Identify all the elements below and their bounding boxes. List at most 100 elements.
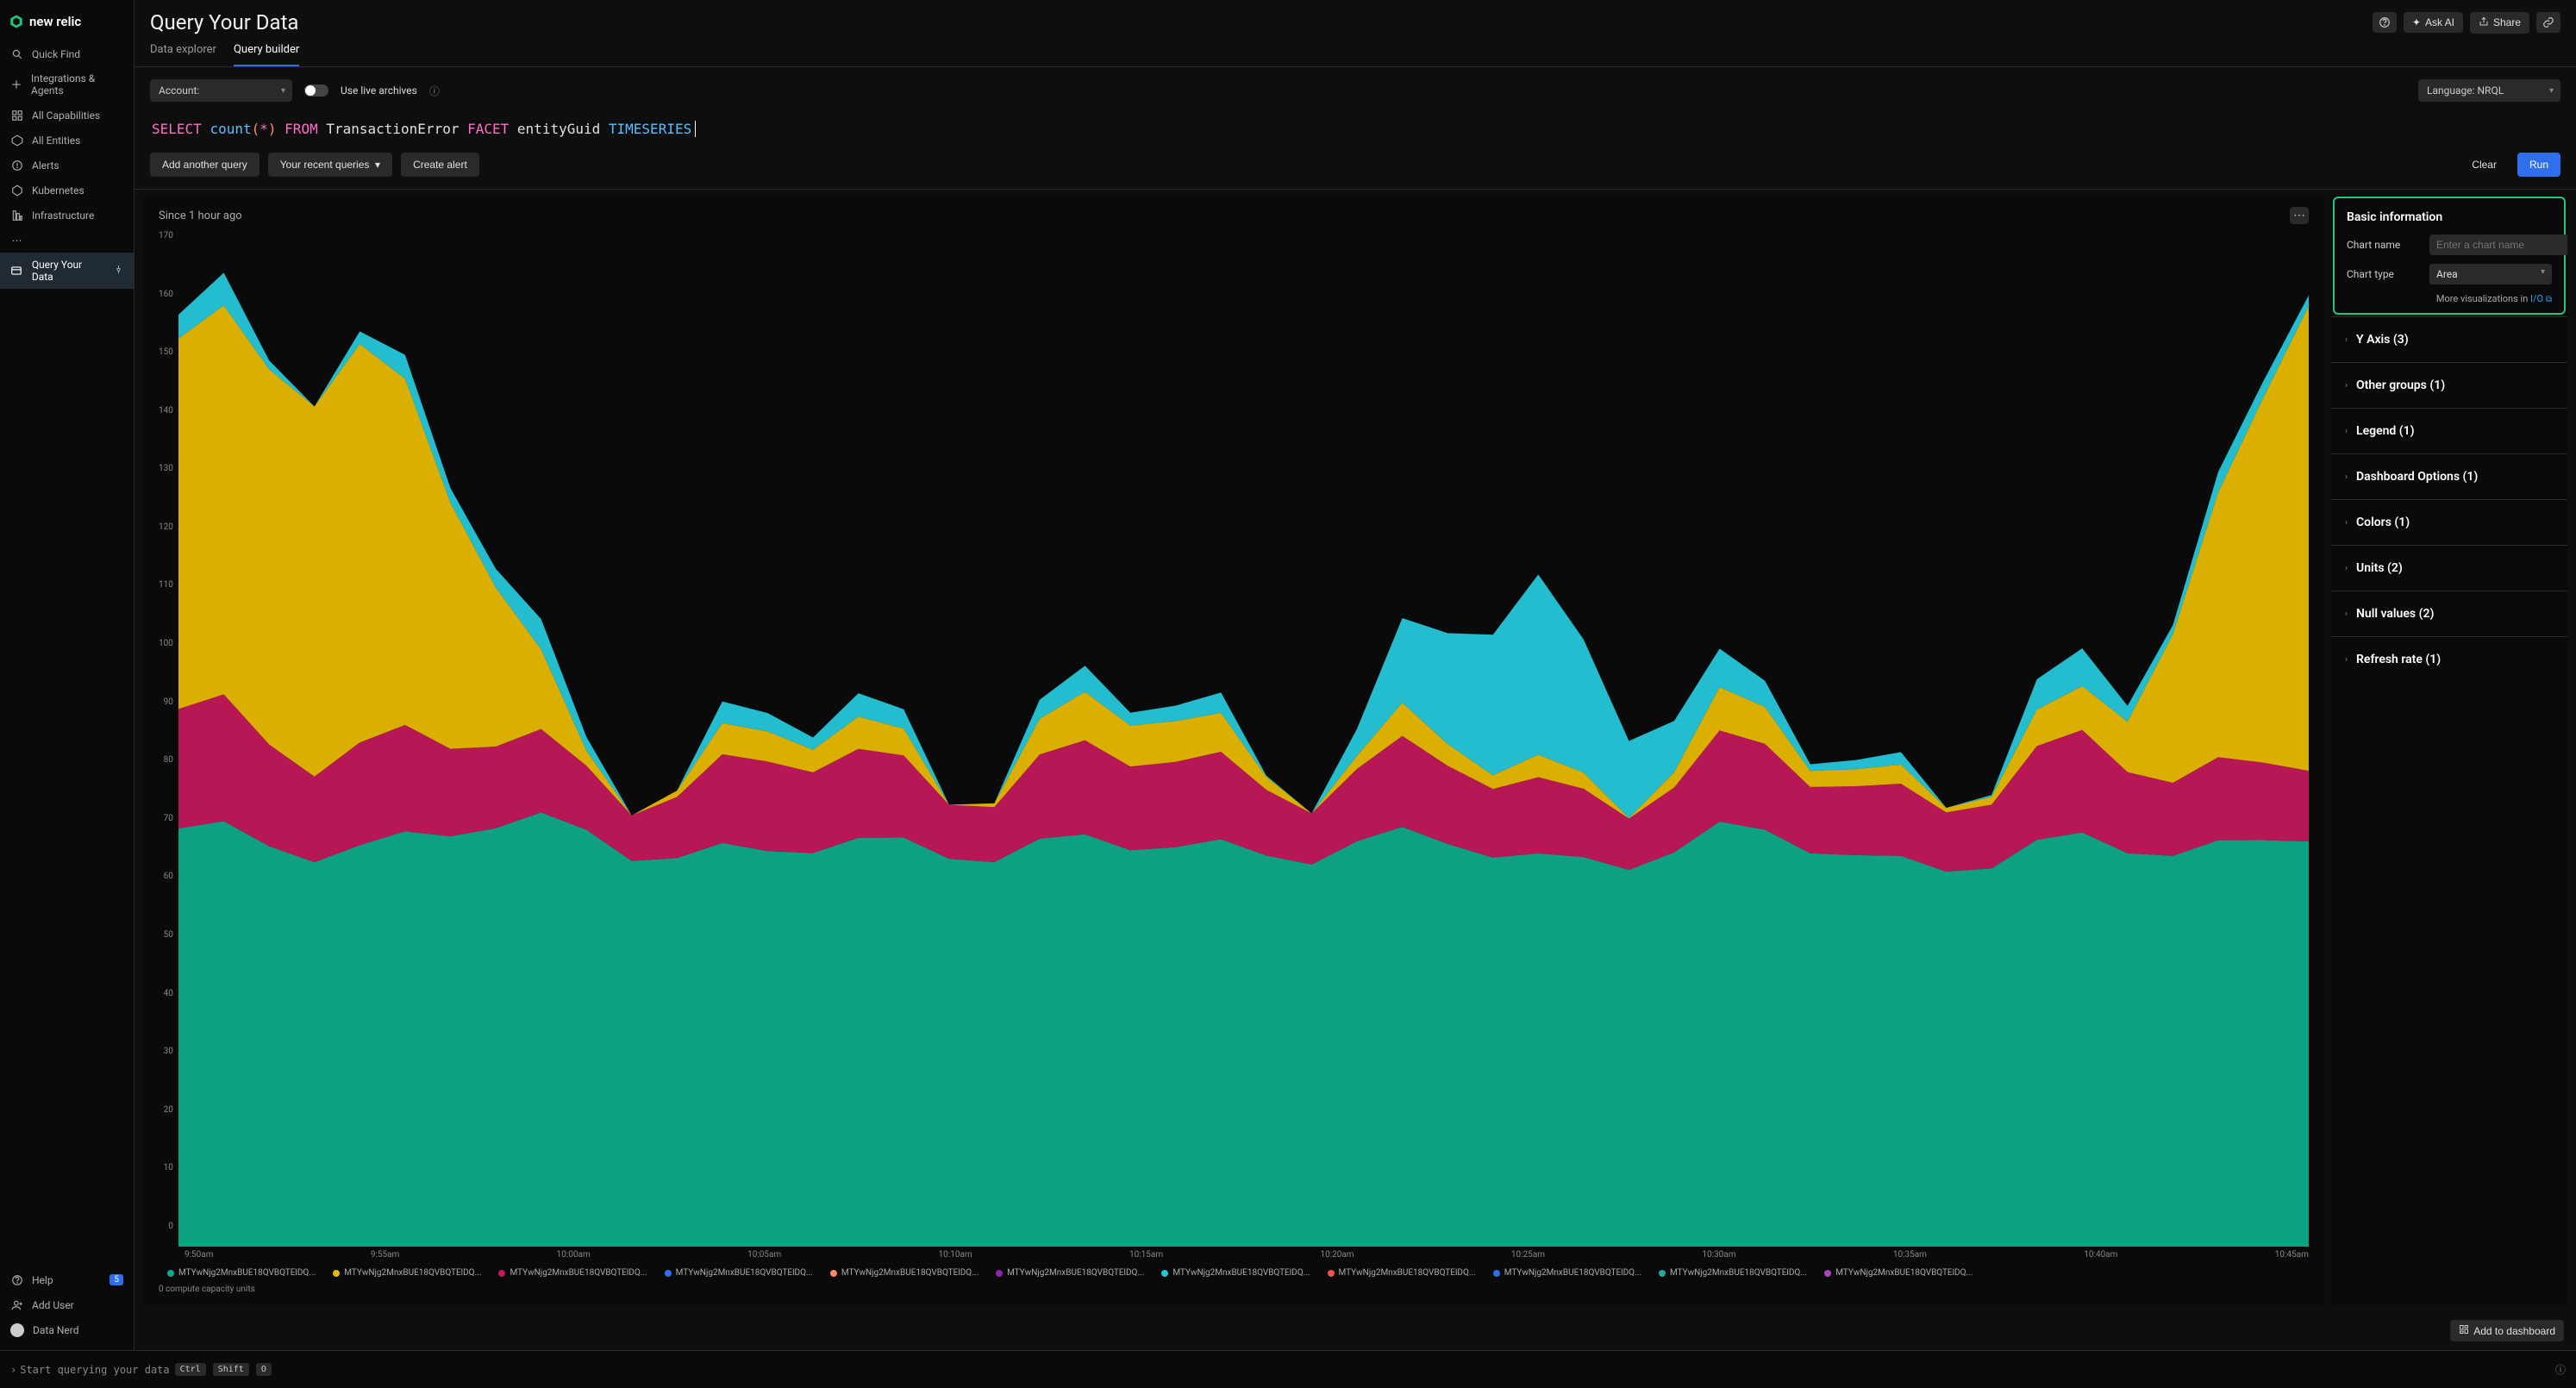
- run-button[interactable]: Run: [2517, 153, 2560, 177]
- language-label: Language: NRQL: [2427, 84, 2504, 97]
- io-link[interactable]: I/O: [2530, 293, 2543, 304]
- chevron-right-icon: ›: [2345, 564, 2348, 573]
- accordion-item[interactable]: › Refresh rate (1): [2331, 636, 2567, 682]
- cursor-icon: [695, 121, 704, 137]
- legend-item[interactable]: MTYwNjg2MnxBUE18QVBQTElDQ...: [1659, 1268, 1807, 1278]
- legend-item[interactable]: MTYwNjg2MnxBUE18QVBQTElDQ...: [333, 1268, 481, 1278]
- sidebar-item-infrastructure[interactable]: Infrastructure: [0, 203, 134, 228]
- compute-units: 0 compute capacity units: [159, 1285, 2309, 1294]
- nrql-star: *: [259, 121, 268, 137]
- kbd-key: Shift: [213, 1363, 249, 1376]
- legend-item[interactable]: MTYwNjg2MnxBUE18QVBQTElDQ...: [1493, 1268, 1641, 1278]
- sidebar-item-label: Alerts: [32, 159, 59, 172]
- logo[interactable]: new relic: [0, 7, 134, 41]
- sidebar-item-quick-find[interactable]: Quick Find: [0, 41, 134, 66]
- accordion-item[interactable]: ›Colors (1): [2331, 499, 2567, 545]
- sidebar-item-label: All Entities: [32, 134, 80, 147]
- topbar: Query Your Data ✦ Ask AI Share: [134, 0, 2576, 34]
- chart-type-select[interactable]: Area: [2429, 264, 2552, 284]
- nrql-paren: (: [252, 121, 260, 137]
- more-icon: ⋯: [10, 234, 23, 247]
- share-button[interactable]: Share: [2470, 12, 2529, 34]
- accordion-item[interactable]: › Dashboard Options (1): [2331, 453, 2567, 499]
- nrql-ident: entityGuid: [517, 121, 600, 137]
- accordion-label: Colors (1): [2356, 516, 2410, 529]
- link-button[interactable]: [2536, 12, 2560, 33]
- nrql-func: count: [209, 121, 251, 137]
- sidebar-item-query-your-data[interactable]: Query Your Data: [0, 253, 134, 289]
- button-label: Your recent queries: [280, 159, 370, 171]
- dashboard-icon: [2459, 1324, 2469, 1337]
- sidebar-item-label: All Capabilities: [32, 109, 100, 122]
- legend-item[interactable]: MTYwNjg2MnxBUE18QVBQTElDQ...: [498, 1268, 647, 1278]
- sidebar-item-all-entities[interactable]: All Entities: [0, 128, 134, 153]
- accordion-label: Refresh rate (1): [2356, 653, 2441, 666]
- accordion-item[interactable]: ›Legend (1): [2331, 408, 2567, 453]
- sidebar-item-more[interactable]: ⋯: [0, 228, 134, 253]
- legend-item[interactable]: MTYwNjg2MnxBUE18QVBQTElDQ...: [167, 1268, 316, 1278]
- tab-data-explorer[interactable]: Data explorer: [150, 43, 216, 66]
- create-alert-button[interactable]: Create alert: [401, 153, 479, 177]
- account-label: Account:: [159, 84, 199, 97]
- accordion-label: Units (2): [2356, 561, 2403, 575]
- accordion-label: Null values (2): [2356, 607, 2434, 621]
- chart-menu-button[interactable]: ⋯: [2290, 207, 2309, 224]
- legend-item[interactable]: MTYwNjg2MnxBUE18QVBQTElDQ...: [1328, 1268, 1476, 1278]
- tabs: Data explorer Query builder: [134, 34, 2576, 67]
- add-to-dashboard-button[interactable]: Add to dashboard: [2450, 1320, 2564, 1341]
- legend-item[interactable]: MTYwNjg2MnxBUE18QVBQTElDQ...: [996, 1268, 1144, 1278]
- clear-button[interactable]: Clear: [2460, 153, 2509, 177]
- sparkle-icon: ✦: [2412, 16, 2421, 28]
- legend-item[interactable]: MTYwNjg2MnxBUE18QVBQTElDQ...: [830, 1268, 979, 1278]
- accordion-item[interactable]: › Units (2): [2331, 545, 2567, 591]
- sidebar-item-user[interactable]: Data Nerd: [0, 1317, 134, 1343]
- nrql-editor[interactable]: SELECT count(*) FROM TransactionError FA…: [150, 114, 2560, 153]
- command-bar[interactable]: › Start querying your data Ctrl Shift O …: [0, 1350, 2576, 1388]
- sidebar-item-alerts[interactable]: Alerts: [0, 153, 134, 178]
- help-button[interactable]: [2373, 12, 2397, 33]
- ask-ai-button[interactable]: ✦ Ask AI: [2404, 12, 2463, 33]
- sidebar-item-label: Quick Find: [32, 48, 80, 60]
- nrql-keyword: TIMESERIES: [609, 121, 691, 137]
- sidebar-item-integrations[interactable]: Integrations & Agents: [0, 66, 134, 103]
- pin-icon[interactable]: [114, 265, 123, 277]
- legend-item[interactable]: MTYwNjg2MnxBUE18QVBQTElDQ...: [1161, 1268, 1310, 1278]
- recent-queries-button[interactable]: Your recent queries ▾: [268, 153, 392, 177]
- sidebar-item-label: Help: [32, 1274, 53, 1286]
- plus-icon: [10, 78, 22, 91]
- help-badge: 5: [109, 1274, 123, 1285]
- language-selector[interactable]: Language: NRQL: [2418, 79, 2560, 102]
- chevron-right-icon: ›: [2345, 335, 2348, 345]
- accordion-label: Dashboard Options (1): [2356, 470, 2478, 484]
- panel-heading: Basic information: [2347, 210, 2552, 224]
- sidebar-item-add-user[interactable]: Add User: [0, 1292, 134, 1317]
- legend-item[interactable]: MTYwNjg2MnxBUE18QVBQTElDQ...: [1824, 1268, 1973, 1278]
- sidebar-item-kubernetes[interactable]: Kubernetes: [0, 178, 134, 203]
- add-query-button[interactable]: Add another query: [150, 153, 259, 177]
- legend: MTYwNjg2MnxBUE18QVBQTElDQ... MTYwNjg2MnxB…: [159, 1268, 2309, 1278]
- sidebar-item-all-capabilities[interactable]: All Capabilities: [0, 103, 134, 128]
- chevron-right-icon: ›: [2345, 655, 2348, 665]
- infrastructure-icon: [10, 209, 23, 222]
- tab-query-builder[interactable]: Query builder: [234, 43, 299, 66]
- accordion-item[interactable]: ›Y Axis (3): [2331, 316, 2567, 362]
- accordion-item[interactable]: ›Other groups (1): [2331, 362, 2567, 408]
- accordion-item[interactable]: ›Null values (2): [2331, 591, 2567, 636]
- chart-name-input[interactable]: [2429, 234, 2567, 255]
- command-prompt: Start querying your data: [20, 1364, 169, 1376]
- legend-item[interactable]: MTYwNjg2MnxBUE18QVBQTElDQ...: [665, 1268, 813, 1278]
- chart-plot[interactable]: [178, 231, 2309, 1247]
- sidebar-item-label: Kubernetes: [32, 184, 84, 197]
- info-icon[interactable]: ⓘ: [429, 84, 440, 98]
- kbd-key: O: [256, 1363, 272, 1376]
- main: Query Your Data ✦ Ask AI Share Data expl…: [134, 0, 2576, 1350]
- button-label: Ask AI: [2425, 16, 2454, 28]
- account-selector[interactable]: Account:: [150, 79, 292, 102]
- live-archives-toggle[interactable]: [304, 84, 328, 97]
- sidebar-item-help[interactable]: Help 5: [0, 1267, 134, 1292]
- kubernetes-icon: [10, 184, 23, 197]
- cmd-info-icon[interactable]: ⓘ: [2555, 1362, 2566, 1377]
- chevron-right-icon: ›: [2345, 472, 2348, 482]
- chart-panel: Since 1 hour ago ⋯ 170160150140130120110…: [143, 195, 2324, 1306]
- right-panel: Basic information Chart name Chart type …: [2331, 195, 2567, 1306]
